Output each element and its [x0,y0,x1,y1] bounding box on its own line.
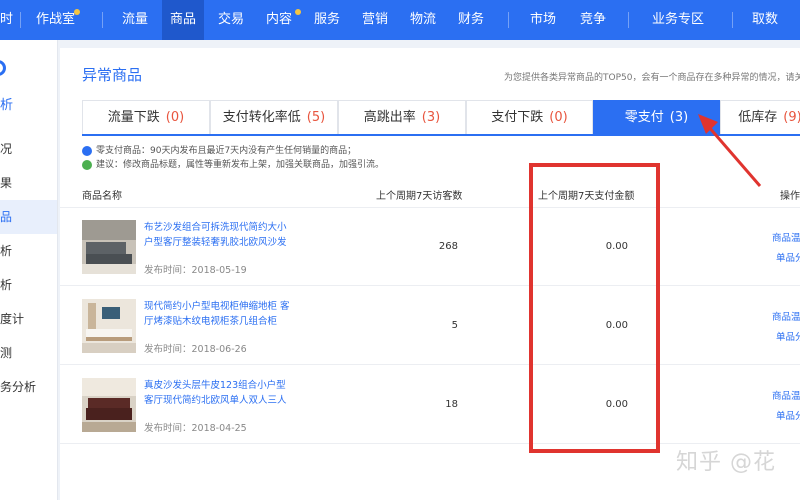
nav-item-war-room[interactable]: 作战室 [36,0,75,40]
sidebar-item-effect[interactable]: 果 [0,166,57,200]
tab-low-stock[interactable]: 低库存 (9) [720,100,800,134]
sidebar-item-stats[interactable]: 度计 [0,302,57,336]
anomaly-tabs: 流量下跌 (0) 支付转化率低 (5) 高跳出率 (3) 支付下跌 (0) 零支付 (3)… [82,100,800,136]
product-name-link[interactable]: 现代简约小户型电视柜伸缩地柜 客厅烤漆贴木纹电视柜茶几组合柜 [144,299,294,329]
page-description: 为您提供各类异常商品的TOP50，会有一个商品存在多种异常的情况，请关 [504,73,800,83]
sidebar-item-forecast[interactable]: 测 [0,336,57,370]
sidebar-item-service-analysis[interactable]: 务分析 [0,370,57,404]
payment-amount-value: 0.00 [605,399,628,410]
nav-notification-dot [295,9,301,15]
tip-definition-text: 零支付商品：90天内发布且最近7天内没有产生任何销量的商品； [96,146,357,156]
nav-item-transactions[interactable]: 交易 [218,0,244,40]
nav-item-realtime[interactable]: 时 [0,0,13,40]
nav-item-finance[interactable]: 财务 [458,0,484,40]
nav-item-logistics[interactable]: 物流 [410,0,436,40]
column-header-payment-amount: 上个周期7天支付金额 [538,191,635,202]
tab-traffic-drop[interactable]: 流量下跌 (0) [82,100,210,134]
sidebar-item-abnormal-products[interactable]: 品 [0,200,57,234]
tips-box: 零支付商品：90天内发布且最近7天内没有产生任何销量的商品； 建议：修改商品标题… [82,144,384,172]
table-header: 商品名称 上个周期7天访客数 上个周期7天支付金额 操作 [60,178,800,208]
nav-notification-dot [74,9,80,15]
tab-count: (3) [421,110,441,125]
watermark: 知乎 @花 [676,450,776,475]
publish-date: 发布时间：2018-04-25 [144,423,247,434]
nav-separator [508,12,509,28]
visitors-value: 5 [451,320,458,331]
tip-suggestion: 建议：修改商品标题，属性等重新发布上架，加强关联商品，加强引流。 [82,158,384,172]
tab-count: (9) [783,110,800,125]
product-thumbnail[interactable] [82,220,136,274]
product-name-link[interactable]: 真皮沙发头层牛皮123组合小户型客厅现代简约北欧风单人双人三人 [144,378,294,408]
table-row: 布艺沙发组合可拆洗现代简约大小户型客厅整装轻奢乳胶北欧风沙发 发布时间：2018… [60,208,800,286]
nav-item-data-fetch[interactable]: 取数 [752,0,778,40]
sidebar-title: 析 [0,98,14,113]
product-thumbnail[interactable] [82,378,136,432]
nav-item-marketing[interactable]: 营销 [362,0,388,40]
tip-definition: 零支付商品：90天内发布且最近7天内没有产生任何销量的商品； [82,144,384,158]
product-thumbnail[interactable] [82,299,136,353]
nav-item-products[interactable]: 商品 [162,0,204,40]
product-temperature-link[interactable]: 商品温 [772,388,800,402]
tab-zero-payment[interactable]: 零支付 (3) [593,100,720,134]
tab-count: (3) [669,110,689,125]
tab-label: 零支付 [624,110,664,125]
tab-low-conversion[interactable]: 支付转化率低 (5) [210,100,338,134]
sidebar-item-analysis-2[interactable]: 析 [0,268,57,302]
tab-label: 流量下跌 [107,110,160,125]
sidebar-item-analysis-1[interactable]: 析 [0,234,57,268]
product-temperature-link[interactable]: 商品温 [772,230,800,244]
tab-label: 高跳出率 [363,110,416,125]
tip-suggestion-text: 建议：修改商品标题，属性等重新发布上架，加强关联商品，加强引流。 [96,160,385,170]
tab-high-bounce[interactable]: 高跳出率 (3) [338,100,466,134]
column-header-actions: 操作 [780,191,800,202]
nav-separator [628,12,629,28]
visitors-value: 18 [445,399,458,410]
single-product-analysis-link[interactable]: 单品分 [776,329,800,343]
tab-count: (0) [549,110,568,125]
payment-amount-value: 0.00 [605,241,628,252]
nav-separator [102,12,103,28]
column-header-visitors: 上个周期7天访客数 [376,191,463,202]
nav-item-content[interactable]: 内容 [266,0,292,40]
column-header-product: 商品名称 [82,191,122,202]
tab-label: 低库存 [738,110,778,125]
nav-separator [732,12,733,28]
single-product-analysis-link[interactable]: 单品分 [776,408,800,422]
tab-count: (5) [306,110,326,125]
publish-date: 发布时间：2018-05-19 [144,265,247,276]
single-product-analysis-link[interactable]: 单品分 [776,250,800,264]
tab-payment-drop[interactable]: 支付下跌 (0) [466,100,593,134]
info-icon [82,146,92,156]
analysis-logo-icon [0,60,6,76]
check-icon [82,160,92,170]
tab-count: (0) [165,110,185,125]
table-row: 现代简约小户型电视柜伸缩地柜 客厅烤漆贴木纹电视柜茶几组合柜 发布时间：2018… [60,287,800,365]
tab-label: 支付转化率低 [222,110,301,125]
sidebar: 析 况 果 品 析 析 度计 测 务分析 [0,40,58,500]
table-row: 真皮沙发头层牛皮123组合小户型客厅现代简约北欧风单人双人三人 发布时间：201… [60,366,800,444]
publish-date: 发布时间：2018-06-26 [144,344,247,355]
product-temperature-link[interactable]: 商品温 [772,309,800,323]
nav-item-traffic[interactable]: 流量 [122,0,148,40]
main-panel: 异常商品 为您提供各类异常商品的TOP50，会有一个商品存在多种异常的情况，请关… [60,48,800,500]
nav-item-market[interactable]: 市场 [530,0,556,40]
top-navigation: 时 作战室 流量 商品 交易 内容 服务 营销 物流 财务 市场 竞争 业务专区… [0,0,800,40]
product-name-link[interactable]: 布艺沙发组合可拆洗现代简约大小户型客厅整装轻奢乳胶北欧风沙发 [144,220,294,250]
nav-separator [20,12,21,28]
visitors-value: 268 [438,241,458,252]
payment-amount-value: 0.00 [605,320,628,331]
nav-item-business-zone[interactable]: 业务专区 [652,0,704,40]
sidebar-item-overview[interactable]: 况 [0,132,57,166]
nav-item-competition[interactable]: 竞争 [580,0,606,40]
page-title: 异常商品 [82,66,143,84]
nav-item-service[interactable]: 服务 [314,0,340,40]
tab-label: 支付下跌 [491,110,544,125]
